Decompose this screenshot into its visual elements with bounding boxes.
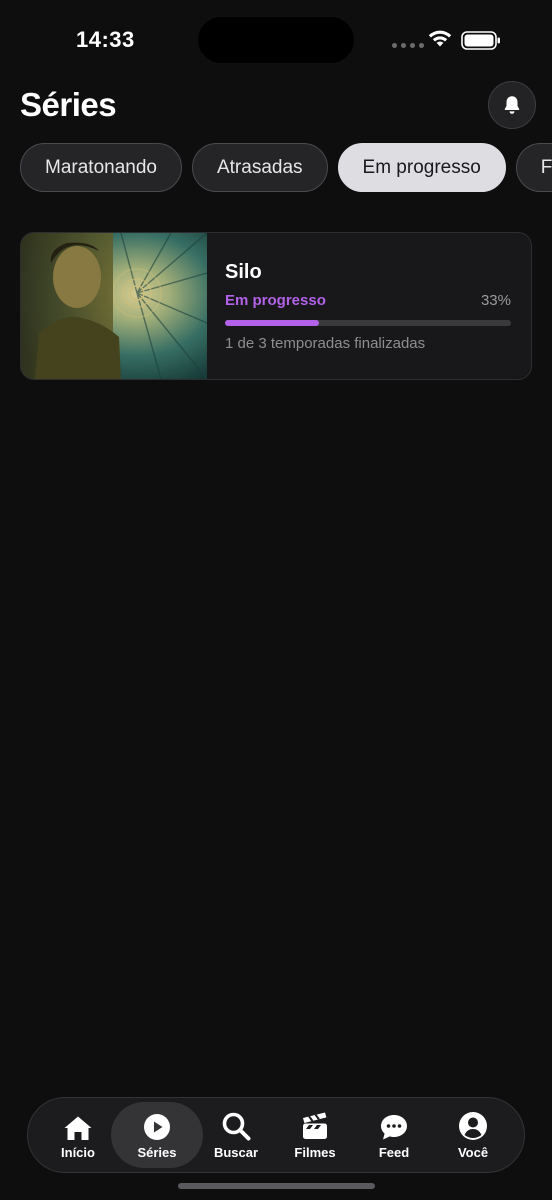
nav-label-voce: Você bbox=[457, 1145, 489, 1160]
bottom-nav: Início Séries Buscar Filmes Feed Você bbox=[27, 1097, 525, 1173]
wifi-icon bbox=[428, 30, 452, 47]
dynamic-island bbox=[198, 17, 354, 63]
notifications-button[interactable] bbox=[488, 81, 536, 129]
nav-label-inicio: Início bbox=[61, 1145, 95, 1160]
progress-percent: 33% bbox=[480, 292, 511, 309]
chip-em-progresso[interactable]: Em progresso bbox=[337, 143, 506, 192]
chip-next[interactable]: F bbox=[515, 143, 552, 192]
seasons-progress-text: 1 de 3 temporadas finalizadas bbox=[225, 335, 426, 352]
bell-icon bbox=[504, 96, 520, 114]
nav-label-filmes: Filmes bbox=[294, 1145, 336, 1160]
chip-atrasadas[interactable]: Atrasadas bbox=[191, 143, 328, 192]
nav-label-buscar: Buscar bbox=[213, 1145, 259, 1160]
series-card[interactable]: Silo Em progresso 33% 1 de 3 temporadas … bbox=[20, 232, 532, 380]
clapperboard-icon bbox=[303, 1112, 327, 1139]
nav-label-feed: Feed bbox=[378, 1145, 410, 1160]
home-icon bbox=[64, 1116, 92, 1140]
nav-label-series: Séries bbox=[137, 1145, 177, 1160]
cellular-signal-icon bbox=[392, 43, 424, 48]
home-indicator bbox=[178, 1183, 375, 1189]
status-bar: 14:33 bbox=[0, 0, 552, 80]
filter-chips: Maratonando Atrasadas Em progresso F bbox=[20, 143, 552, 192]
progress-bar bbox=[225, 320, 511, 326]
status-time: 14:33 bbox=[76, 27, 135, 52]
series-poster bbox=[21, 233, 207, 379]
play-icon bbox=[144, 1114, 170, 1140]
battery-icon bbox=[461, 31, 500, 50]
chip-maratonando[interactable]: Maratonando bbox=[20, 143, 182, 192]
progress-bar-fill bbox=[225, 320, 320, 326]
series-title: Silo bbox=[225, 261, 262, 283]
series-status: Em progresso bbox=[225, 292, 326, 309]
nav-item-voce[interactable]: Você bbox=[427, 1102, 519, 1168]
chat-bubble-icon bbox=[381, 1115, 407, 1140]
page-title: Séries bbox=[20, 86, 117, 123]
search-icon bbox=[222, 1112, 251, 1141]
profile-icon bbox=[459, 1112, 487, 1140]
